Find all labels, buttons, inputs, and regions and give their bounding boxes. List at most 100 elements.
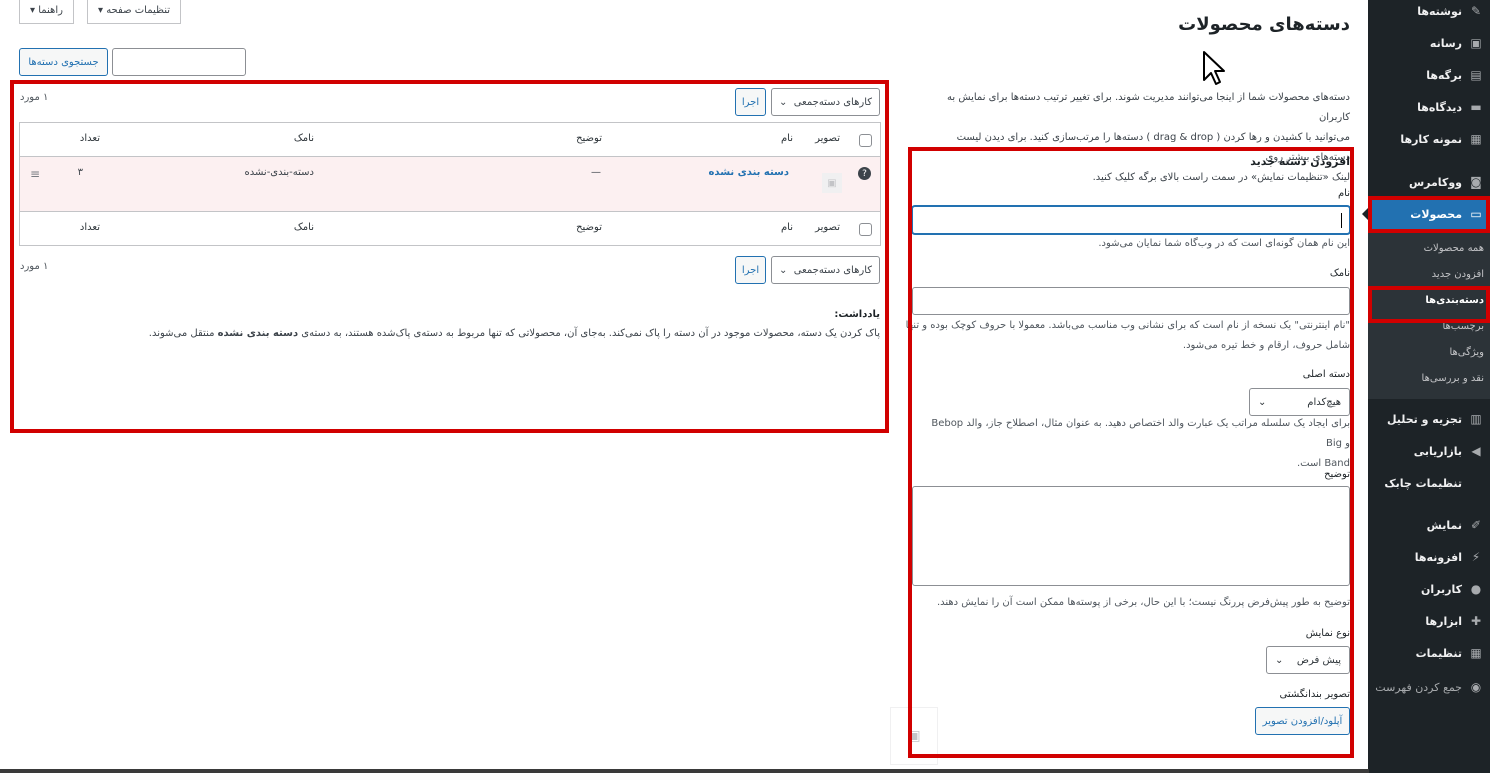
drag-handle-icon[interactable]: ≡	[30, 167, 40, 181]
menu-plugins[interactable]: ⚡ افزونه‌ها	[1368, 542, 1490, 572]
col-description[interactable]: توضیح	[576, 133, 602, 144]
col-name-bottom[interactable]: نام	[781, 222, 793, 233]
menu-collapse[interactable]: ◉ جمع کردن فهرست	[1368, 672, 1490, 702]
submenu-reviews[interactable]: نقد و بررسی‌ها	[1368, 365, 1490, 391]
slug-label: نامک	[1329, 268, 1350, 279]
help-tooltip-icon[interactable]: ?	[858, 167, 871, 180]
products-submenu: همه محصولات افزودن جدید دسته‌بندی‌ها برچ…	[1368, 229, 1490, 399]
collapse-icon: ◉	[1470, 680, 1482, 694]
category-name-link[interactable]: دسته بندی نشده	[709, 167, 789, 178]
menu-pages[interactable]: ▤ برگه‌ها	[1368, 60, 1490, 90]
thumbnail-placeholder-icon: ▣	[890, 707, 938, 765]
name-field[interactable]	[912, 206, 1350, 234]
portfolio-icon: ▦	[1470, 132, 1482, 146]
apply-button-top[interactable]: اجرا	[735, 88, 766, 116]
submenu-tags[interactable]: برچسب‌ها	[1368, 313, 1490, 339]
bulk-actions-select-top[interactable]: کارهای دسته‌جمعی ⌄	[771, 88, 880, 116]
menu-settings[interactable]: ▦ تنظیمات	[1368, 638, 1490, 668]
note-title: یادداشت:	[834, 309, 880, 320]
items-count-bottom: ۱ مورد	[20, 261, 49, 272]
page-title: دسته‌های محصولات	[1178, 14, 1350, 35]
menu-media[interactable]: ▣ رسانه	[1368, 28, 1490, 58]
name-label: نام	[1337, 188, 1350, 199]
comment-icon: ▬	[1470, 100, 1482, 114]
chevron-down-icon: ⌄	[779, 96, 788, 108]
settings-icon: ▦	[1470, 646, 1482, 660]
category-count[interactable]: ۳	[78, 167, 83, 178]
bulk-actions-select-bottom[interactable]: کارهای دسته‌جمعی ⌄	[771, 256, 880, 284]
archive-icon: ▭	[1470, 207, 1482, 221]
description-textarea[interactable]	[912, 486, 1350, 586]
description-help: توضیح به طور پیش‌فرض پررنگ نیست؛ با این …	[936, 597, 1350, 608]
slug-field[interactable]	[912, 287, 1350, 315]
parent-help: برای ایجاد یک سلسله مراتب یک عبارت والد …	[931, 418, 1350, 469]
display-type-label: نوع نمایش	[1305, 628, 1350, 639]
media-icon: ▣	[1470, 36, 1482, 50]
category-thumbnail-icon: ▣	[822, 173, 842, 193]
note-text: پاک کردن یک دسته، محصولات موجود در آن دس…	[148, 328, 880, 339]
menu-analytics[interactable]: ▥ تجزیه و تحلیل	[1368, 404, 1490, 434]
menu-users[interactable]: ● کاربران	[1368, 574, 1490, 604]
menu-comments[interactable]: ▬ دیدگاه‌ها	[1368, 92, 1490, 122]
user-icon: ●	[1470, 582, 1482, 596]
submenu-all-products[interactable]: همه محصولات	[1368, 235, 1490, 261]
menu-tools[interactable]: ✚ ابزارها	[1368, 606, 1490, 636]
categories-table: تصویر نام توضیح نامک تعداد ? ▣ دسته بندی…	[19, 122, 881, 246]
megaphone-icon: ◀	[1471, 444, 1481, 458]
apply-button-bottom[interactable]: اجرا	[735, 256, 766, 284]
admin-sidebar: ✎ نوشته‌ها ▣ رسانه ▤ برگه‌ها ▬ دیدگاه‌ها ▦ نم…	[1362, 0, 1490, 773]
add-category-title: افزودن دسته جدید	[1250, 155, 1350, 168]
col-count[interactable]: تعداد	[80, 133, 100, 144]
woo-icon: ◙	[1470, 175, 1482, 189]
col-slug[interactable]: نامک	[294, 133, 314, 144]
slug-help: "نام اینترنتی" یک نسخه از نام است که برا…	[905, 320, 1350, 351]
mouse-cursor-icon	[1203, 51, 1225, 85]
menu-posts[interactable]: ✎ نوشته‌ها	[1368, 0, 1490, 26]
thumbnail-label: تصویر بندانگشتی	[1279, 689, 1350, 700]
page-icon: ▤	[1470, 68, 1482, 82]
brush-icon: ✐	[1470, 518, 1482, 532]
table-row: ? ▣ دسته بندی نشده — دسته-بندی-نشده ۳ ≡	[20, 157, 880, 211]
submenu-attributes[interactable]: ویژگی‌ها	[1368, 339, 1490, 365]
col-slug-bottom[interactable]: نامک	[294, 222, 314, 233]
parent-category-select[interactable]: هیچ‌کدام ⌄	[1249, 388, 1350, 416]
col-description-bottom[interactable]: توضیح	[576, 222, 602, 233]
table-header: تصویر نام توضیح نامک تعداد	[20, 123, 880, 157]
select-all-checkbox[interactable]	[859, 134, 872, 147]
menu-chabok-settings[interactable]: تنظیمات چابک	[1368, 468, 1490, 498]
table-footer: تصویر نام توضیح نامک تعداد	[20, 211, 880, 245]
items-count-top: ۱ مورد	[20, 92, 49, 103]
submenu-add-new[interactable]: افزودن جدید	[1368, 261, 1490, 287]
search-categories-button[interactable]: جستجوی دسته‌ها	[19, 48, 108, 76]
chart-icon: ▥	[1470, 412, 1482, 426]
wrench-icon: ✚	[1470, 614, 1482, 628]
screen-options-button[interactable]: تنظیمات صفحه ▾	[87, 0, 182, 24]
text-caret	[1341, 213, 1342, 228]
category-slug: دسته-بندی-نشده	[244, 167, 315, 178]
chevron-down-icon: ⌄	[779, 264, 788, 276]
intro-text: دسته‌های محصولات شما از اینجا می‌توانند …	[947, 92, 1350, 183]
chevron-down-icon: ⌄	[1258, 396, 1267, 408]
parent-label: دسته اصلی	[1302, 369, 1350, 380]
display-type-select[interactable]: پیش فرض ⌄	[1266, 646, 1350, 674]
name-help: این نام همان گونه‌ای است که در وب‌گاه شم…	[1098, 238, 1350, 249]
bottom-edge	[0, 769, 1369, 773]
menu-products[interactable]: ▭ محصولات	[1362, 199, 1490, 229]
menu-woocommerce[interactable]: ◙ ووکامرس	[1368, 167, 1490, 197]
col-name[interactable]: نام	[781, 133, 793, 144]
col-image: تصویر	[815, 133, 840, 144]
description-label: توضیح	[1324, 469, 1350, 480]
pin-icon: ✎	[1470, 4, 1482, 18]
upload-image-button[interactable]: آپلود/افزودن تصویر	[1255, 707, 1350, 735]
menu-portfolio[interactable]: ▦ نمونه کارها	[1368, 124, 1490, 154]
select-all-checkbox-bottom[interactable]	[859, 223, 872, 236]
col-count-bottom[interactable]: تعداد	[80, 222, 100, 233]
menu-marketing[interactable]: ◀ بازاریابی	[1368, 436, 1490, 466]
search-input[interactable]	[112, 48, 246, 76]
plugin-icon: ⚡	[1471, 550, 1481, 564]
submenu-categories[interactable]: دسته‌بندی‌ها	[1368, 287, 1490, 313]
col-image-bottom: تصویر	[815, 222, 840, 233]
chevron-down-icon: ⌄	[1275, 654, 1284, 666]
menu-appearance[interactable]: ✐ نمایش	[1368, 510, 1490, 540]
help-button[interactable]: راهنما ▾	[19, 0, 74, 24]
